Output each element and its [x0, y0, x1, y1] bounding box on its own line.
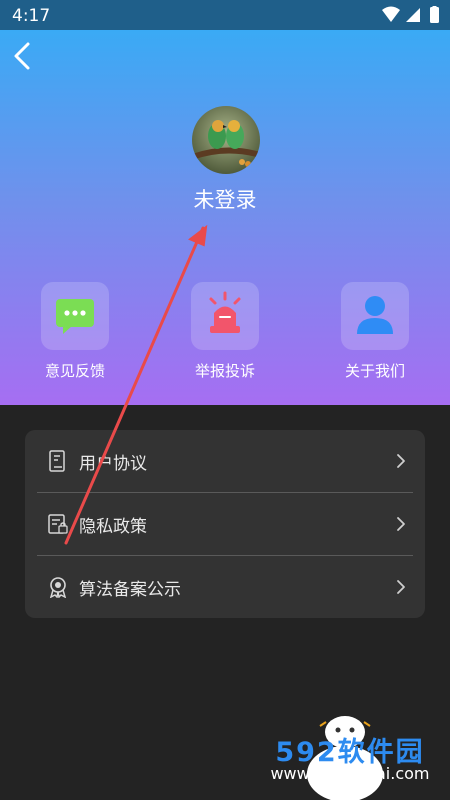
chat-bubble-icon	[56, 299, 94, 334]
wifi-icon	[382, 6, 400, 22]
back-icon[interactable]	[8, 40, 40, 72]
signal-icon	[406, 8, 420, 22]
status-bar: 4:17	[0, 0, 450, 30]
feedback-label: 意见反馈	[44, 362, 105, 380]
avatar[interactable]	[192, 106, 260, 174]
agreement-doc-icon	[49, 450, 65, 472]
privacy-doc-icon	[48, 514, 68, 534]
siren-icon	[209, 291, 241, 333]
battery-icon	[430, 7, 439, 23]
status-time: 4:17	[12, 6, 51, 26]
chevron-right-icon	[397, 517, 405, 531]
watermark-url: www.592xiazai.com	[270, 764, 430, 783]
feedback-action[interactable]: 意见反馈	[20, 282, 130, 381]
login-status-label[interactable]: 未登录	[0, 184, 450, 214]
avatar-image	[192, 106, 260, 174]
menu-item-label: 隐私政策	[79, 517, 147, 537]
person-icon	[357, 296, 393, 334]
about-label: 关于我们	[344, 362, 405, 380]
report-tile[interactable]	[191, 282, 259, 350]
feedback-tile[interactable]	[41, 282, 109, 350]
settings-menu: 用户协议 隐私政策 算法备案公示	[25, 430, 425, 618]
menu-item-algorithm-filing[interactable]: 算法备案公示	[37, 556, 413, 618]
chevron-right-icon	[397, 580, 405, 594]
menu-item-privacy-policy[interactable]: 隐私政策	[37, 493, 413, 555]
menu-item-user-agreement[interactable]: 用户协议	[37, 430, 413, 492]
about-action[interactable]: 关于我们	[320, 282, 430, 381]
menu-item-label: 用户协议	[79, 454, 147, 474]
about-tile[interactable]	[341, 282, 409, 350]
report-action[interactable]: 举报投诉	[170, 282, 280, 381]
status-icons	[382, 6, 439, 23]
watermark-brand: 592软件园	[275, 737, 425, 768]
menu-item-label: 算法备案公示	[79, 580, 181, 600]
certificate-badge-icon	[49, 577, 67, 598]
chevron-right-icon	[397, 454, 405, 468]
report-label: 举报投诉	[194, 362, 255, 380]
